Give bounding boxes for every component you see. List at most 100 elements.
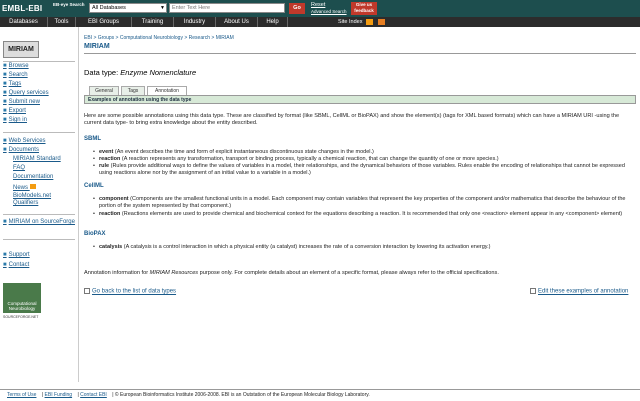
tab-tags[interactable]: Tags	[121, 86, 145, 95]
sidebar-item-sign-in[interactable]: ■ Sign in	[3, 117, 27, 124]
divider	[3, 214, 75, 215]
sidebar-doc-biomodels-qualifiers[interactable]: BioModels.net Qualifiers	[13, 193, 75, 207]
list-item: reaction (A reaction represents any tran…	[93, 156, 636, 163]
sidebar-item-submit-new[interactable]: ■ Submit new	[3, 99, 40, 106]
sidebar-item-support[interactable]: ■ Support	[3, 252, 30, 259]
nav-training[interactable]: Training	[132, 17, 174, 27]
nav-about-us[interactable]: About Us	[216, 17, 258, 27]
list-item: rule (Rules provide additional ways to d…	[93, 163, 636, 177]
back-link-row: Go back to the list of data types	[84, 288, 176, 295]
section-title-sbml: SBML	[84, 136, 101, 142]
bullet-icon: ■	[3, 63, 7, 69]
sidebar-item-query-services[interactable]: ■ Query services	[3, 90, 49, 97]
sidebar-item-miriam-sourceforge[interactable]: ■ MIRIAM on SourceForge	[3, 219, 75, 226]
list-item: event (An event describes the time and f…	[93, 149, 636, 156]
feedback-button[interactable]: Give us feedback	[351, 2, 377, 15]
bullet-icon: ■	[3, 72, 7, 78]
breadcrumb[interactable]: EBI > Groups > Computational Neurobiolog…	[84, 35, 234, 41]
database-select[interactable]: All Databases ▼	[89, 3, 167, 13]
sidebar-item-label: MIRIAM on SourceForge	[8, 219, 75, 225]
page-title: MIRIAM	[84, 43, 110, 50]
info-prefix: Annotation information for	[84, 270, 150, 276]
sidebar-item-tags[interactable]: ■ Tags	[3, 81, 21, 88]
bullet-icon: ■	[3, 117, 7, 123]
list-item: component (Components are the smallest f…	[93, 196, 636, 210]
sidebar-doc-documentation[interactable]: Documentation	[13, 174, 53, 181]
sidebar-item-label: Web Services	[8, 138, 46, 144]
footer-terms-of-use[interactable]: Terms of Use	[7, 392, 36, 398]
data-type-heading: Data type: Enzyme Nomenclature	[84, 68, 196, 77]
tab-panel-header: Examples of annotation using the data ty…	[84, 95, 636, 104]
footer-copyright: © European Bioinformatics Institute 2006…	[114, 392, 370, 398]
eb-eye-search-label: EB-eye Search	[53, 2, 85, 7]
edit-examples-link[interactable]: Edit these examples of annotation	[538, 289, 628, 295]
computational-neurobiology-logo[interactable]: Computational Neurobiology	[3, 283, 41, 313]
nav-databases[interactable]: Databases	[0, 17, 48, 27]
search-input[interactable]	[169, 3, 285, 13]
go-button[interactable]: Go	[289, 3, 305, 14]
advanced-search-link[interactable]: Advanced Search	[311, 9, 347, 14]
sidebar-item-search[interactable]: ■ Search	[3, 72, 28, 79]
footer-ebi-funding[interactable]: EBI Funding	[45, 392, 73, 398]
site-index-link[interactable]: Site Index	[338, 17, 362, 27]
edit-link-row: Edit these examples of annotation	[530, 288, 628, 295]
sidebar-item-export[interactable]: ■ Export	[3, 108, 26, 115]
list-item-term: component	[99, 196, 129, 202]
bullet-icon: ■	[3, 262, 7, 268]
list-item-desc: (A catalysis is a control interaction in…	[122, 244, 491, 250]
section-title-biopax: BioPAX	[84, 231, 106, 237]
divider	[3, 132, 75, 133]
rss-icon	[29, 184, 36, 189]
sourceforge-logo[interactable]: SOURCEFORGE.NET	[3, 315, 38, 319]
reset-link[interactable]: Reset	[311, 2, 325, 8]
list-item-desc: (Rules provide additional ways to define…	[99, 163, 625, 176]
sidebar-item-label: Support	[8, 252, 30, 258]
data-type-name: Enzyme Nomenclature	[120, 68, 197, 77]
sidebar-item-label: Tags	[8, 81, 22, 87]
rss-icon[interactable]	[366, 19, 373, 25]
tab-annotation[interactable]: Annotation	[147, 86, 187, 95]
back-to-data-types-link[interactable]: Go back to the list of data types	[92, 289, 176, 295]
footer-contact-ebi[interactable]: Contact EBI	[80, 392, 107, 398]
feed-icon[interactable]	[378, 19, 385, 25]
sidebar-item-label: Search	[8, 72, 28, 78]
list-item-term: event	[99, 149, 114, 155]
sidebar-item-browse[interactable]: ■ Browse	[3, 63, 29, 70]
bullet-icon: ■	[3, 219, 7, 225]
sidebar-item-label: Sign in	[8, 117, 27, 123]
sidebar-doc-news[interactable]: News	[13, 184, 36, 192]
sidebar-doc-faq[interactable]: FAQ	[13, 165, 25, 172]
bullet-icon: ■	[3, 138, 7, 144]
database-select-value: All Databases	[92, 5, 126, 11]
intro-paragraph: Here are some possible annotations using…	[84, 113, 620, 126]
bullet-icon: ■	[3, 252, 7, 258]
main-nav-bar: Databases Tools EBI Groups Training Indu…	[0, 17, 640, 27]
nav-help[interactable]: Help	[258, 17, 288, 27]
sidebar-item-web-services[interactable]: ■ Web Services	[3, 138, 46, 145]
embl-ebi-logo[interactable]: EMBL-EBI	[2, 4, 42, 13]
sidebar-item-label: Export	[8, 108, 26, 114]
sidebar-item-label: News	[13, 185, 29, 191]
sidebar-item-contact[interactable]: ■ Contact	[3, 262, 29, 269]
miriam-logo[interactable]: MIRIAM	[3, 41, 39, 58]
top-header-bar: EMBL-EBI EB-eye Search All Databases ▼ Go…	[0, 0, 640, 17]
list-item-term: rule	[99, 163, 110, 169]
sidebar-item-label: Contact	[8, 262, 30, 268]
back-arrow-icon	[84, 288, 90, 294]
list-item-desc: (An event describes the time and form of…	[113, 149, 374, 155]
sidebar-item-label: Submit new	[8, 99, 40, 105]
sidebar-doc-miriam-standard[interactable]: MIRIAM Standard	[13, 156, 61, 163]
sidebar-item-documents[interactable]: ■ Documents	[3, 147, 39, 154]
sidebar-item-label: Browse	[8, 63, 29, 69]
list-item: catalysis (A catalysis is a control inte…	[93, 244, 636, 251]
nav-ebi-groups[interactable]: EBI Groups	[76, 17, 132, 27]
list-item: reaction (Reactions elements are used to…	[93, 211, 636, 218]
list-item-desc: (Components are the smallest functional …	[99, 196, 626, 209]
footer: Terms of Use | EBI Funding | Contact EBI…	[0, 389, 640, 401]
divider	[3, 239, 75, 240]
list-item-desc: (A reaction represents any transformatio…	[120, 156, 499, 162]
list-item-desc: (Reactions elements are used to provide …	[120, 211, 623, 217]
tab-general[interactable]: General	[89, 86, 119, 95]
nav-tools[interactable]: Tools	[48, 17, 76, 27]
nav-industry[interactable]: Industry	[174, 17, 216, 27]
